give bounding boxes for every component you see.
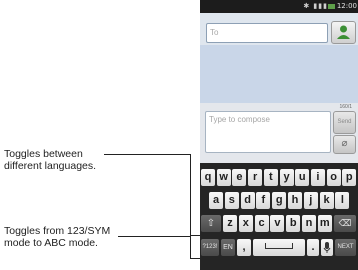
callout-mode: Toggles from 123/SYM mode to ABC mode. (4, 225, 110, 249)
key-l[interactable]: l (335, 192, 350, 209)
backspace-key[interactable]: ⌫ (334, 215, 356, 232)
leader-line-languages-drop (190, 154, 191, 235)
signal-icon: ✱ ▮▮▮ (303, 2, 328, 10)
callout-languages-line-1: Toggles between (4, 148, 83, 160)
key-i[interactable]: i (310, 169, 325, 186)
shift-arrow-icon: ⇧ (206, 218, 216, 229)
key-d[interactable]: d (240, 192, 255, 209)
key-u[interactable]: u (295, 169, 310, 186)
key-x[interactable]: x (238, 215, 253, 232)
paperclip-icon: ⌀ (341, 138, 348, 149)
status-clock: 12:00 (336, 2, 357, 10)
key-m[interactable]: m (317, 215, 332, 232)
key-g[interactable]: g (272, 192, 287, 209)
status-bar: ✱ ▮▮▮ 12:00 (200, 0, 358, 13)
key-w[interactable]: w (216, 169, 231, 186)
recipient-placeholder: To (210, 28, 219, 37)
send-button[interactable]: Send (333, 111, 356, 134)
key-t[interactable]: t (263, 169, 278, 186)
leader-line-mode-drop (190, 236, 191, 258)
message-thread-area (200, 45, 358, 103)
add-contact-button[interactable] (331, 21, 356, 44)
battery-icon (328, 4, 335, 9)
callout-mode-line-1: Toggles from 123/SYM (4, 225, 111, 237)
mode-toggle-key[interactable]: ?123! (201, 239, 219, 256)
space-key[interactable] (253, 239, 305, 256)
callout-languages: Toggles between different languages. (4, 148, 96, 172)
key-c[interactable]: c (254, 215, 269, 232)
attach-button[interactable]: ⌀ (333, 135, 356, 154)
key-q[interactable]: q (201, 169, 215, 186)
phone-screen: ✱ ▮▮▮ 12:00 To 160/1 Type to compose Sen… (200, 0, 358, 270)
period-key[interactable]: . (307, 239, 319, 256)
recipient-field[interactable]: To (206, 23, 328, 43)
leader-line-mode (118, 236, 190, 237)
key-v[interactable]: v (270, 215, 285, 232)
key-f[interactable]: f (256, 192, 271, 209)
key-o[interactable]: o (326, 169, 341, 186)
key-a[interactable]: a (209, 192, 223, 209)
key-n[interactable]: n (302, 215, 316, 232)
compose-field[interactable]: Type to compose (205, 111, 331, 153)
key-b[interactable]: b (286, 215, 301, 232)
language-toggle-key[interactable]: EN (221, 239, 235, 256)
key-r[interactable]: r (248, 169, 263, 186)
key-s[interactable]: s (224, 192, 239, 209)
key-y[interactable]: y (279, 169, 294, 186)
key-k[interactable]: k (319, 192, 334, 209)
voice-input-key[interactable] (321, 239, 333, 256)
character-counter: 160/1 (339, 104, 352, 110)
keyboard: q w e r t y u i o p a s d f g h j k l ⇧ … (200, 163, 358, 270)
comma-key[interactable]: , (237, 239, 251, 256)
contact-icon (337, 25, 350, 39)
next-key[interactable]: NEXT (335, 239, 356, 256)
key-z[interactable]: z (223, 215, 237, 232)
leader-line-languages (104, 154, 190, 155)
key-p[interactable]: p (342, 169, 357, 186)
key-e[interactable]: e (232, 169, 247, 186)
backspace-icon: ⌫ (338, 218, 352, 228)
callout-mode-line-2: mode to ABC mode. (4, 237, 98, 249)
key-h[interactable]: h (288, 192, 302, 209)
key-j[interactable]: j (303, 192, 318, 209)
microphone-icon (323, 242, 331, 253)
compose-placeholder: Type to compose (209, 115, 270, 124)
space-bar-icon (265, 243, 293, 250)
callout-languages-line-2: different languages. (4, 160, 97, 172)
shift-key[interactable]: ⇧ (201, 215, 221, 232)
